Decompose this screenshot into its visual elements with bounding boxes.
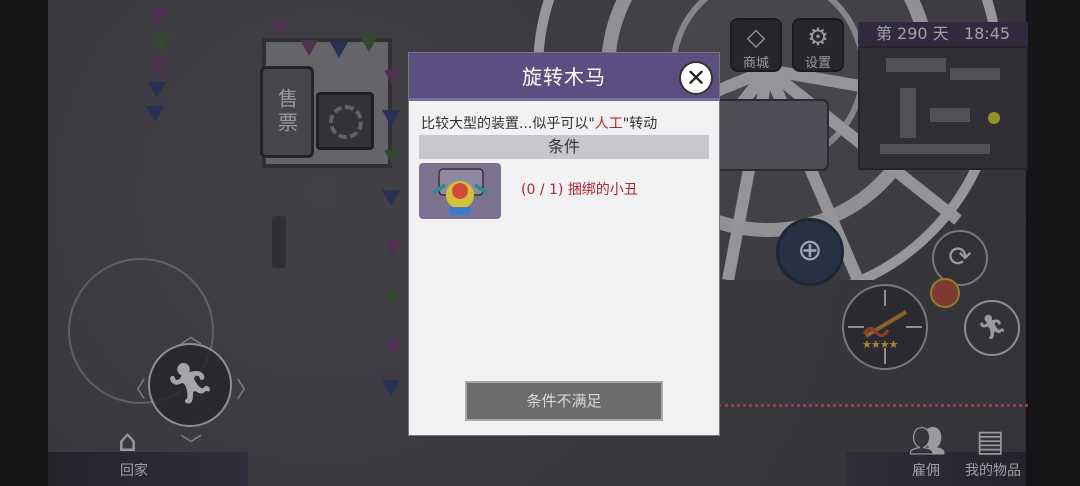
desc-prefix: 比较大型的装置...似乎可以" <box>421 116 595 132</box>
close-button[interactable]: ✕ <box>679 61 713 95</box>
close-icon: ✕ <box>685 64 707 92</box>
conditions-header: 条件 <box>419 135 709 159</box>
requirement-progress: (0 / 1) <box>521 182 564 198</box>
conditions-not-met-button[interactable]: 条件不满足 <box>465 381 663 421</box>
requirement-line: (0 / 1) 捆绑的小丑 <box>521 179 638 199</box>
requirement-item-name: 捆绑的小丑 <box>567 182 638 198</box>
requirement-item-thumbnail <box>419 163 501 219</box>
dialog-description: 比较大型的装置...似乎可以"人工"转动 <box>421 113 711 133</box>
carousel-dialog: 旋转木马 ✕ 比较大型的装置...似乎可以"人工"转动 条件 (0 / 1) 捆… <box>408 52 720 436</box>
desc-suffix: "转动 <box>622 116 658 132</box>
dialog-header: 旋转木马 ✕ <box>409 53 719 101</box>
desc-highlight: 人工 <box>594 116 623 132</box>
dialog-title: 旋转木马 <box>522 65 606 89</box>
tied-clown-icon <box>431 168 489 215</box>
